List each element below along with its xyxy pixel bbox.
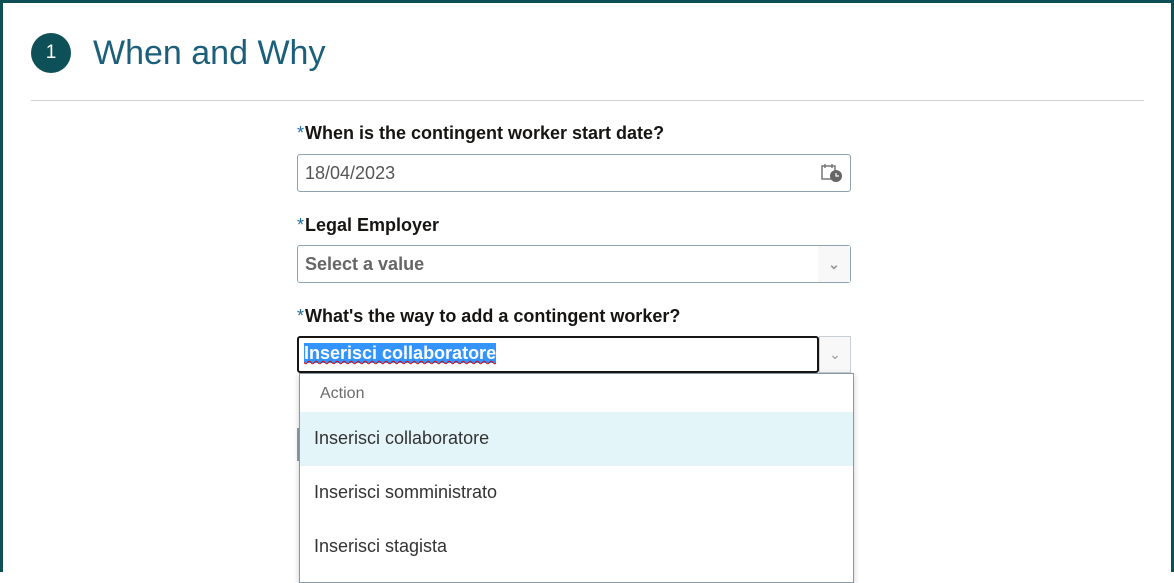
step-number-badge: 1: [31, 33, 71, 73]
chevron-down-icon[interactable]: ⌄: [819, 336, 851, 373]
legal-employer-select[interactable]: Select a value ⌄: [297, 245, 851, 283]
add-way-dropdown: Action Inserisci collaboratore Inserisci…: [299, 373, 854, 583]
calendar-icon[interactable]: [821, 163, 843, 183]
legal-employer-label: *Legal Employer: [297, 215, 439, 236]
dropdown-option[interactable]: Inserisci somministrato: [300, 466, 853, 520]
start-date-label-text: When is the contingent worker start date…: [305, 123, 665, 143]
section-title: When and Why: [93, 34, 326, 72]
legal-employer-placeholder: Select a value: [305, 254, 425, 274]
dropdown-option[interactable]: Inserisci collaboratore: [300, 412, 853, 466]
start-date-value: 18/04/2023: [305, 163, 396, 183]
add-way-input[interactable]: Inserisci collaboratore: [297, 336, 819, 373]
required-marker: *: [297, 306, 305, 326]
divider: [31, 100, 1144, 101]
add-way-label-text: What's the way to add a contingent worke…: [305, 306, 681, 326]
start-date-input[interactable]: 18/04/2023: [297, 154, 851, 192]
start-date-label: *When is the contingent worker start dat…: [297, 123, 664, 144]
legal-employer-label-text: Legal Employer: [305, 215, 440, 235]
dropdown-option[interactable]: Inserisci stagista: [300, 520, 853, 574]
chevron-down-icon[interactable]: ⌄: [818, 246, 850, 282]
add-way-label: *What's the way to add a contingent work…: [297, 306, 680, 327]
required-marker: *: [297, 123, 305, 143]
required-marker: *: [297, 215, 305, 235]
add-way-value: Inserisci collaboratore: [304, 343, 497, 363]
dropdown-header: Action: [320, 385, 365, 402]
